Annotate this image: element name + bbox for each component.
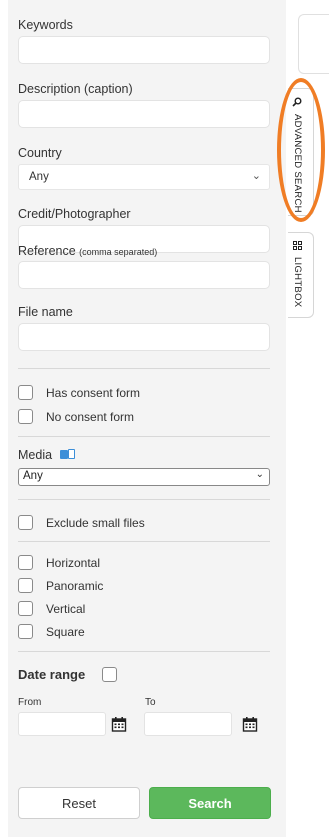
country-select[interactable]: Any ⌄ bbox=[18, 164, 270, 190]
divider bbox=[18, 651, 270, 652]
credit-label: Credit/Photographer bbox=[18, 207, 131, 221]
vertical-label: Vertical bbox=[46, 602, 86, 616]
calendar-icon[interactable] bbox=[242, 716, 258, 732]
square-checkbox[interactable] bbox=[18, 624, 33, 639]
highlight-annotation bbox=[277, 78, 325, 222]
panoramic-checkbox[interactable] bbox=[18, 578, 33, 593]
date-from-input[interactable] bbox=[18, 712, 106, 736]
calendar-icon[interactable] bbox=[111, 716, 127, 732]
date-to-label: To bbox=[145, 697, 156, 708]
no-consent-label: No consent form bbox=[46, 410, 135, 424]
reference-input[interactable] bbox=[18, 261, 270, 289]
divider bbox=[18, 436, 270, 437]
keywords-label: Keywords bbox=[18, 18, 73, 32]
country-label: Country bbox=[18, 146, 62, 160]
media-info-icon[interactable] bbox=[59, 449, 75, 459]
divider bbox=[18, 541, 270, 542]
reference-label-text: Reference bbox=[18, 244, 76, 258]
chevron-down-icon: ⌄ bbox=[255, 469, 264, 480]
has-consent-label: Has consent form bbox=[46, 386, 141, 400]
reference-hint: (comma separated) bbox=[79, 247, 158, 257]
search-button[interactable]: Search bbox=[149, 787, 271, 819]
media-select-value: Any bbox=[23, 470, 43, 482]
exclude-small-files-checkbox[interactable] bbox=[18, 515, 33, 530]
description-label: Description (caption) bbox=[18, 82, 133, 96]
date-from-label: From bbox=[18, 697, 42, 708]
media-label: Media bbox=[18, 448, 75, 462]
horizontal-label: Horizontal bbox=[46, 556, 101, 570]
country-select-value: Any bbox=[29, 171, 49, 183]
reference-label: Reference (comma separated) bbox=[18, 244, 157, 258]
date-to-input[interactable] bbox=[144, 712, 232, 736]
media-select[interactable]: Any ⌄ bbox=[18, 468, 270, 486]
grid-icon bbox=[292, 241, 303, 250]
tab-lightbox[interactable]: LIGHTBOX bbox=[288, 232, 314, 318]
square-label: Square bbox=[46, 625, 85, 639]
no-consent-checkbox[interactable] bbox=[18, 409, 33, 424]
chevron-down-icon: ⌄ bbox=[251, 170, 261, 182]
divider bbox=[18, 499, 270, 500]
description-input[interactable] bbox=[18, 100, 270, 128]
divider bbox=[18, 368, 270, 369]
exclude-small-files-label: Exclude small files bbox=[46, 516, 145, 530]
has-consent-checkbox[interactable] bbox=[18, 385, 33, 400]
date-range-label: Date range bbox=[18, 667, 86, 682]
reset-button[interactable]: Reset bbox=[18, 787, 140, 819]
panoramic-label: Panoramic bbox=[46, 579, 104, 593]
filename-input[interactable] bbox=[18, 323, 270, 351]
date-range-checkbox[interactable] bbox=[102, 667, 117, 682]
filename-label: File name bbox=[18, 305, 73, 319]
vertical-checkbox[interactable] bbox=[18, 601, 33, 616]
keywords-input[interactable] bbox=[18, 36, 270, 64]
horizontal-checkbox[interactable] bbox=[18, 555, 33, 570]
tab-lightbox-content: LIGHTBOX bbox=[292, 241, 303, 307]
tab-lightbox-label: LIGHTBOX bbox=[292, 256, 303, 308]
media-label-text: Media bbox=[18, 448, 53, 462]
rail-top-tab bbox=[298, 14, 329, 74]
